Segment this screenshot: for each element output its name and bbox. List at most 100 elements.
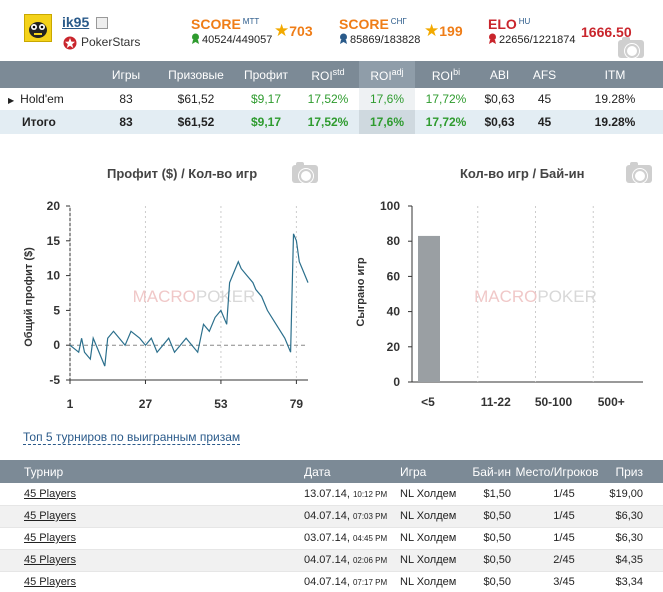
tour-header-name[interactable]: Турнир [0,460,304,483]
top5-tournaments-link[interactable]: Топ 5 турниров по выигранным призам [23,430,241,445]
stats-header-games[interactable]: Игры [95,61,157,88]
tour-header-date[interactable]: Дата [304,460,400,483]
stats-cell-games: 83 [95,88,157,110]
stats-table: Игры Призовые Профит ROIstd ROIadj ROIbi… [0,61,663,134]
expand-arrow-icon[interactable]: ▶ [8,96,14,105]
stats-cell-profit: $9,17 [235,88,297,110]
tour-cell-name: 45 Players [0,571,304,592]
tour-cell-buyin: $0,50 [468,571,511,592]
tour-cell-name: 45 Players [0,527,304,550]
stats-header-abi[interactable]: ABI [477,61,522,88]
tournament-link[interactable]: 45 Players [24,510,76,522]
table-row: 45 Players 04.07.14, 02:06 PM NL Холдем $0,… [0,549,663,572]
tour-cell-prize: $4,35 [603,549,663,572]
stats-header-itm[interactable]: ITM [567,61,663,88]
elo-label: ELO HU [488,16,531,32]
tour-cell-place: 1/45 [511,483,603,506]
stats-cell-roi-adj: 17,6% [359,88,415,110]
stats-cell-roi-std: 17,52% [297,88,359,110]
score-cis-label: SCORE СНГ [339,16,407,32]
stats-row-total: Итого 83 $61,52 $9,17 17,52% 17,6% 17,72… [0,110,663,134]
elo-rank: 22656/1221874 [488,33,575,46]
tournament-link[interactable]: 45 Players [24,488,76,500]
camera-icon[interactable] [618,37,644,58]
y-tick-label: 5 [53,303,60,317]
tour-header-place[interactable]: Место/Игроков [511,460,603,483]
stats-cell-abi: $0,63 [477,88,522,110]
tour-cell-game: NL Холдем [400,549,468,572]
y-tick-label: -5 [49,373,60,387]
tour-cell-date: 04.07.14, 07:17 PM [304,571,400,592]
table-row: 45 Players 03.07.14, 04:45 PM NL Холдем $0,… [0,527,663,550]
stats-header-profit[interactable]: Профит [235,61,297,88]
tournament-link[interactable]: 45 Players [24,532,76,544]
x-tick-label: 53 [214,397,228,411]
y-tick-label: 0 [53,338,60,352]
chart2-title: Кол-во игр / Бай-ин [460,166,585,181]
avatar [24,14,52,42]
tour-cell-place: 2/45 [511,549,603,572]
tour-cell-buyin: $0,50 [468,527,511,550]
tour-cell-date: 04.07.14, 07:03 PM [304,505,400,528]
stats-cell-itm: 19.28% [567,110,663,134]
stats-row-name[interactable]: ▶ Hold'em [0,88,95,110]
tour-cell-prize: $19,00 [603,483,663,506]
stats-cell-itm: 19.28% [567,88,663,110]
bar [418,235,440,382]
tournament-link[interactable]: 45 Players [24,554,76,566]
username-link[interactable]: ik95 [62,14,89,30]
x-tick-label: 11-22 [481,395,511,409]
stats-cell-afs: 45 [522,88,567,110]
stats-header-roi-std[interactable]: ROIstd [297,61,359,88]
tour-cell-date: 13.07.14, 10:12 PM [304,483,400,506]
tournament-link[interactable]: 45 Players [24,576,76,588]
tour-header-game[interactable]: Игра [400,460,468,483]
x-tick-label: <5 [421,395,435,409]
tour-cell-place: 1/45 [511,527,603,550]
tour-cell-buyin: $0,50 [468,549,511,572]
x-tick-label: 79 [290,397,304,411]
stats-header-afs[interactable]: AFS [522,61,567,88]
star-icon: ★ [274,21,290,40]
stats-row-name: Итого [0,110,95,134]
stats-cell-prize: $61,52 [157,88,235,110]
stats-header-prize[interactable]: Призовые [157,61,235,88]
tour-cell-game: NL Холдем [400,527,468,550]
stats-header-roi-bi[interactable]: ROIbi [415,61,477,88]
table-row: 45 Players 13.07.14, 10:12 PM NL Холдем $1,… [0,483,663,506]
stats-cell-afs: 45 [522,110,567,134]
stats-header-empty [0,61,95,88]
y-tick-label: 0 [393,375,400,389]
chart2-ylabel: Сыграно игр [355,257,367,327]
copy-icon[interactable] [96,17,108,29]
y-tick-label: 20 [387,340,401,354]
x-tick-label: 500+ [598,395,625,409]
tour-cell-name: 45 Players [0,505,304,528]
tour-cell-place: 3/45 [511,571,603,592]
stats-header-roi-adj[interactable]: ROIadj [359,61,415,88]
medal-icon [489,33,496,44]
profit-chart: Общий профит ($) MACROPOKER -5 0 5 10 15 20 1 2… [23,199,309,411]
tour-cell-buyin: $1,50 [468,483,511,506]
watermark-text: MACROPOKER [133,287,256,306]
stats-cell-roi-adj: 17,6% [359,110,415,134]
tour-cell-game: NL Холдем [400,571,468,592]
tour-header-prize[interactable]: Приз [603,460,663,483]
camera-icon[interactable] [626,162,652,183]
tour-cell-name: 45 Players [0,549,304,572]
y-tick-label: 60 [387,269,401,283]
table-row: 45 Players 04.07.14, 07:17 PM NL Холдем $0,… [0,571,663,592]
tour-header-buyin[interactable]: Бай-ин [468,460,511,483]
room-name: PokerStars [81,35,141,49]
y-tick-label: 10 [47,269,61,283]
buyin-chart: Сыграно игр MACROPOKER 0 20 40 60 80 100 <5 11-… [355,199,643,409]
tour-cell-name: 45 Players [0,483,304,506]
pokerstars-icon [63,36,77,50]
stats-cell-profit: $9,17 [235,110,297,134]
tour-cell-buyin: $0,50 [468,505,511,528]
tournaments-table: Турнир Дата Игра Бай-ин Место/Игроков Пр… [0,460,663,592]
y-tick-label: 40 [387,305,401,319]
tour-cell-date: 04.07.14, 02:06 PM [304,549,400,572]
camera-icon[interactable] [292,162,318,183]
stats-row-holdem[interactable]: ▶ Hold'em 83 $61,52 $9,17 17,52% 17,6% 17… [0,88,663,110]
